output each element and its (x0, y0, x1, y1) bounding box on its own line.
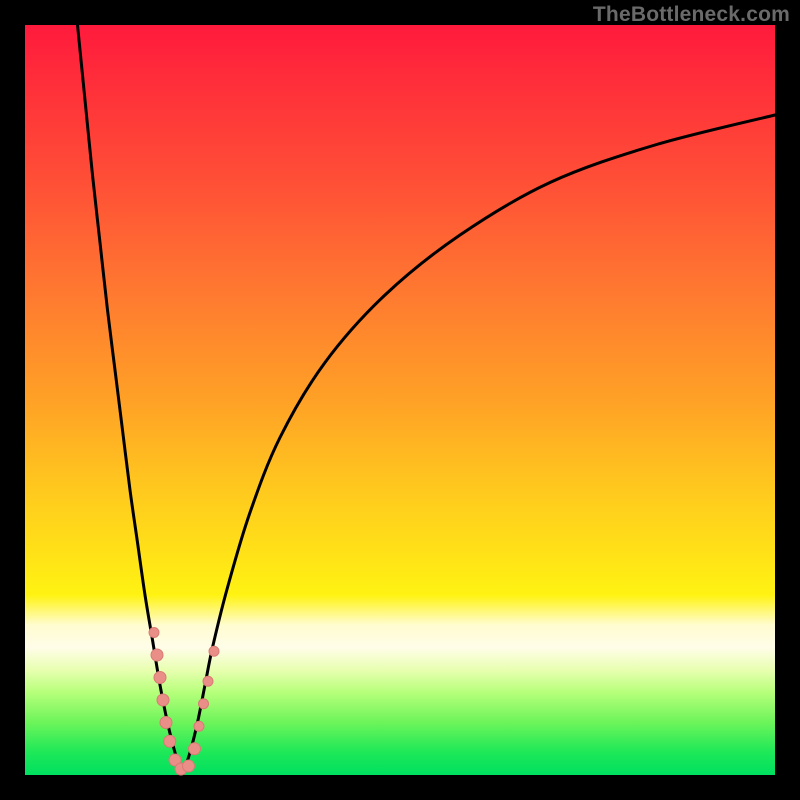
data-marker (160, 717, 172, 729)
data-marker (209, 646, 219, 656)
data-marker (199, 699, 209, 709)
data-marker (149, 628, 159, 638)
data-marker (189, 743, 201, 755)
chart-stage: TheBottleneck.com (0, 0, 800, 800)
curve-markers (149, 628, 219, 776)
data-marker (157, 694, 169, 706)
data-marker (194, 721, 204, 731)
data-marker (154, 672, 166, 684)
curve-left (78, 25, 183, 775)
data-marker (151, 649, 163, 661)
watermark-text: TheBottleneck.com (593, 3, 790, 27)
plot-area (25, 25, 775, 775)
curve-layer (25, 25, 775, 775)
data-marker (203, 676, 213, 686)
curve-right (183, 115, 776, 775)
data-marker (164, 735, 176, 747)
data-marker (183, 760, 195, 772)
